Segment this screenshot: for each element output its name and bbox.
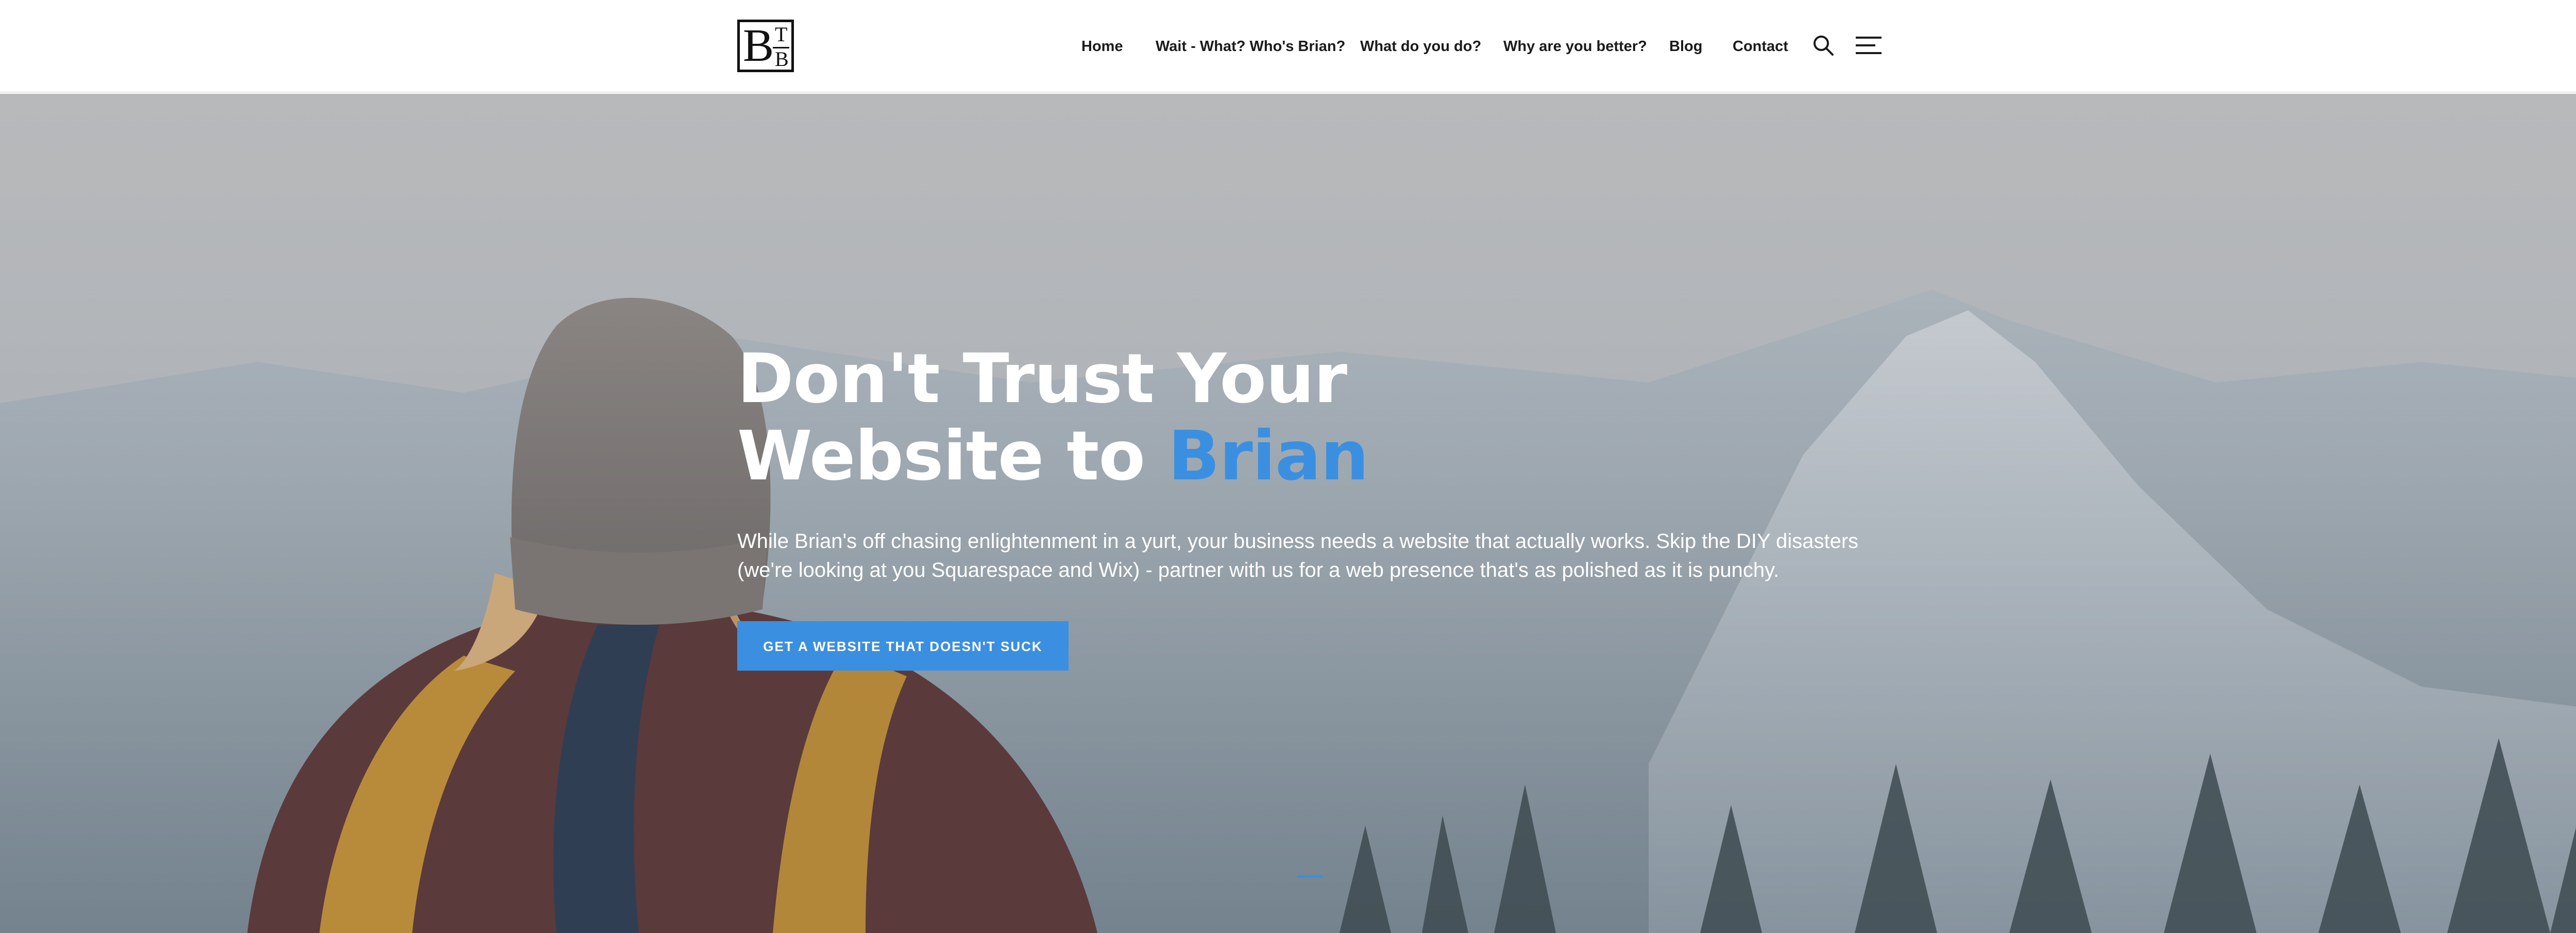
hero-section: Don't Trust Your Website to Brian While … xyxy=(0,94,2576,933)
cta-button[interactable]: GET A WEBSITE THAT DOESN'T SUCK xyxy=(737,621,1069,671)
hero-title: Don't Trust Your Website to Brian xyxy=(737,340,1562,495)
site-header: B T B Home Wait - What? Who's Brian? Wha… xyxy=(0,0,2576,93)
nav-item-why-better[interactable]: Why are you better? xyxy=(1503,31,1647,62)
nav-item-contact[interactable]: Contact xyxy=(1733,31,1788,62)
slider-indicator[interactable] xyxy=(1297,875,1323,878)
hero-subtitle: While Brian's off chasing enlightenment … xyxy=(737,530,1859,581)
hero-title-accent: Brian xyxy=(1168,416,1369,496)
hero-background-image xyxy=(0,94,2576,933)
hero-title-line2: Website to xyxy=(737,416,1168,496)
hamburger-menu-icon[interactable] xyxy=(1856,35,1882,56)
search-icon[interactable] xyxy=(1812,35,1834,56)
hero-title-line1: Don't Trust Your xyxy=(737,339,1347,419)
nav-item-whos-brian[interactable]: Wait - What? Who's Brian? xyxy=(1156,31,1345,62)
nav-item-blog[interactable]: Blog xyxy=(1669,31,1702,62)
nav-item-what-do-you-do[interactable]: What do you do? xyxy=(1360,31,1481,62)
main-nav: Home Wait - What? Who's Brian? What do y… xyxy=(0,31,2576,62)
nav-item-home[interactable]: Home xyxy=(1081,31,1123,62)
